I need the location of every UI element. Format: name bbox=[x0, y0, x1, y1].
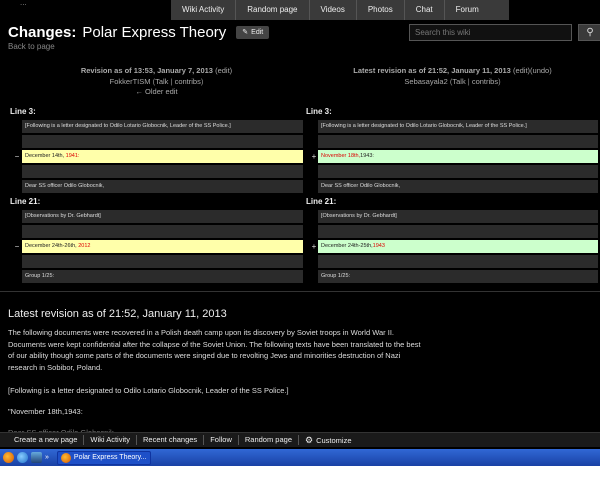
older-edit-link[interactable]: ← Older edit bbox=[135, 87, 177, 96]
edit-button[interactable]: ✎ Edit bbox=[236, 25, 270, 39]
ie-quicklaunch-icon[interactable] bbox=[17, 452, 28, 463]
left-context-empty bbox=[22, 165, 303, 178]
right-added-change: November 18th, bbox=[321, 153, 361, 159]
latest-paragraph-letter: [Following is a letter designated to Odi… bbox=[8, 386, 289, 395]
back-to-page-link[interactable]: Back to page bbox=[8, 42, 55, 51]
gear-icon: ⚙ bbox=[305, 434, 314, 445]
tab-wiki-activity[interactable]: Wiki Activity bbox=[171, 0, 237, 20]
chevron-right-icon[interactable]: » bbox=[45, 452, 49, 463]
left-context-empty bbox=[22, 135, 303, 148]
left-contribs-link[interactable]: contribs bbox=[175, 77, 201, 86]
firefox-quicklaunch-icon[interactable] bbox=[3, 452, 14, 463]
top-nav: ... Wiki Activity Random page Videos Pho… bbox=[0, 0, 600, 20]
search-button[interactable]: ⚲ bbox=[578, 24, 600, 41]
right-undo-link[interactable]: (undo) bbox=[530, 66, 552, 75]
diff-right-header: Latest revision as of 21:52, January 11,… bbox=[353, 66, 552, 86]
toolbar-customize[interactable]: ⚙ Customize bbox=[299, 435, 358, 446]
toolbar-follow[interactable]: Follow bbox=[204, 435, 239, 445]
wikia-bottom-toolbar: Create a new page Wiki Activity Recent c… bbox=[0, 432, 600, 447]
left-context-obs: [Observations by Dr. Gebhardt] bbox=[22, 210, 303, 223]
toolbar-customize-label: Customize bbox=[316, 435, 352, 445]
left-deleted-line: December 14th, 1941: bbox=[22, 150, 303, 163]
right-added-text: 1943: bbox=[360, 153, 374, 159]
right-context-empty bbox=[318, 255, 598, 268]
right-context-obs: [Observations by Dr. Gebhardt] bbox=[318, 210, 598, 223]
tab-photos[interactable]: Photos bbox=[357, 0, 405, 20]
taskbar-window-label: Polar Express Theory... bbox=[73, 453, 147, 461]
diff-left-header: Revision as of 13:53, January 7, 2013 (e… bbox=[80, 66, 233, 96]
right-context-empty bbox=[318, 225, 598, 238]
screen-bottom-edge bbox=[0, 466, 600, 480]
latest-paragraph-intro: The following documents were recovered i… bbox=[8, 328, 421, 372]
right-context-empty bbox=[318, 165, 598, 178]
left-line-3-label: Line 3: bbox=[10, 107, 36, 116]
page-title-label: Changes: bbox=[8, 23, 77, 41]
left-line-21-label: Line 21: bbox=[10, 197, 41, 206]
top-nav-partial-text: ... bbox=[20, 0, 27, 7]
latest-paragraph-date: "November 18th,1943: bbox=[8, 407, 83, 416]
left-user-link[interactable]: FokkerTISM bbox=[110, 77, 151, 86]
addition-marker: + bbox=[311, 242, 317, 251]
deletion-marker: − bbox=[14, 152, 20, 161]
toolbar-wiki-activity[interactable]: Wiki Activity bbox=[84, 435, 137, 445]
page-title: Polar Express Theory bbox=[82, 23, 227, 41]
tab-forum[interactable]: Forum bbox=[445, 0, 509, 20]
deletion-marker: − bbox=[14, 242, 20, 251]
left-talk-link[interactable]: Talk bbox=[155, 77, 168, 86]
tab-random-page[interactable]: Random page bbox=[236, 0, 310, 20]
left-context-empty bbox=[22, 225, 303, 238]
left-edit-link[interactable]: (edit) bbox=[215, 66, 232, 75]
left-deleted-text: December 14th, bbox=[25, 153, 66, 159]
left-context-group: Group 1/25: bbox=[22, 270, 303, 283]
left-revision-heading[interactable]: Revision as of 13:53, January 7, 2013 bbox=[81, 66, 213, 75]
right-added-text: December 24th-25th, bbox=[321, 243, 373, 249]
right-context-letter: [Following is a letter designated to Odi… bbox=[318, 120, 598, 133]
search-input[interactable]: Search this wiki bbox=[409, 24, 572, 41]
right-contribs-link[interactable]: contribs bbox=[472, 77, 498, 86]
right-line-3-label: Line 3: bbox=[306, 107, 332, 116]
left-deleted-change: 2012 bbox=[78, 243, 91, 249]
pencil-icon: ✎ bbox=[242, 28, 249, 36]
toolbar-recent-changes[interactable]: Recent changes bbox=[137, 435, 205, 445]
left-deleted-text: December 24th-26th, bbox=[25, 243, 79, 249]
left-context-empty bbox=[22, 255, 303, 268]
latest-revision-title: Latest revision as of 21:52, January 11,… bbox=[8, 308, 227, 320]
right-added-line: December 24th-25th,1943 bbox=[318, 240, 598, 253]
left-deleted-line: December 24th-26th, 2012 bbox=[22, 240, 303, 253]
right-user-link[interactable]: Sebasayala2 bbox=[404, 77, 447, 86]
top-nav-tabs: Wiki Activity Random page Videos Photos … bbox=[171, 0, 509, 20]
addition-marker: + bbox=[311, 152, 317, 161]
firefox-icon bbox=[60, 452, 71, 463]
toolbar-random-page[interactable]: Random page bbox=[239, 435, 299, 445]
right-line-21-label: Line 21: bbox=[306, 197, 337, 206]
page-header: Changes: Polar Express Theory ✎ Edit bbox=[8, 22, 270, 42]
right-context-group: Group 1/25: bbox=[318, 270, 598, 283]
right-context-dear: Dear SS officer Odilo Globocnik, bbox=[318, 180, 598, 193]
right-added-line: November 18th,1943: bbox=[318, 150, 598, 163]
taskbar-window-button[interactable]: Polar Express Theory... bbox=[56, 450, 151, 465]
left-deleted-change: 1941: bbox=[65, 153, 80, 159]
right-talk-link[interactable]: Talk bbox=[452, 77, 465, 86]
right-edit-link[interactable]: (edit) bbox=[513, 66, 530, 75]
toolbar-create-page[interactable]: Create a new page bbox=[0, 435, 85, 445]
right-context-empty bbox=[318, 135, 598, 148]
search-icon: ⚲ bbox=[586, 27, 594, 38]
section-divider bbox=[0, 291, 600, 292]
tab-chat[interactable]: Chat bbox=[405, 0, 445, 20]
left-context-letter: [Following is a letter designated to Odi… bbox=[22, 120, 303, 133]
tab-videos[interactable]: Videos bbox=[310, 0, 357, 20]
desktop-quicklaunch-icon[interactable] bbox=[31, 452, 42, 463]
right-added-change: 1943 bbox=[372, 243, 385, 249]
edit-button-label: Edit bbox=[251, 28, 264, 36]
windows-taskbar: » Polar Express Theory... bbox=[0, 449, 600, 466]
left-context-dear: Dear SS officer Odilo Globocnik, bbox=[22, 180, 303, 193]
right-revision-heading[interactable]: Latest revision as of 21:52, January 11,… bbox=[353, 66, 511, 75]
